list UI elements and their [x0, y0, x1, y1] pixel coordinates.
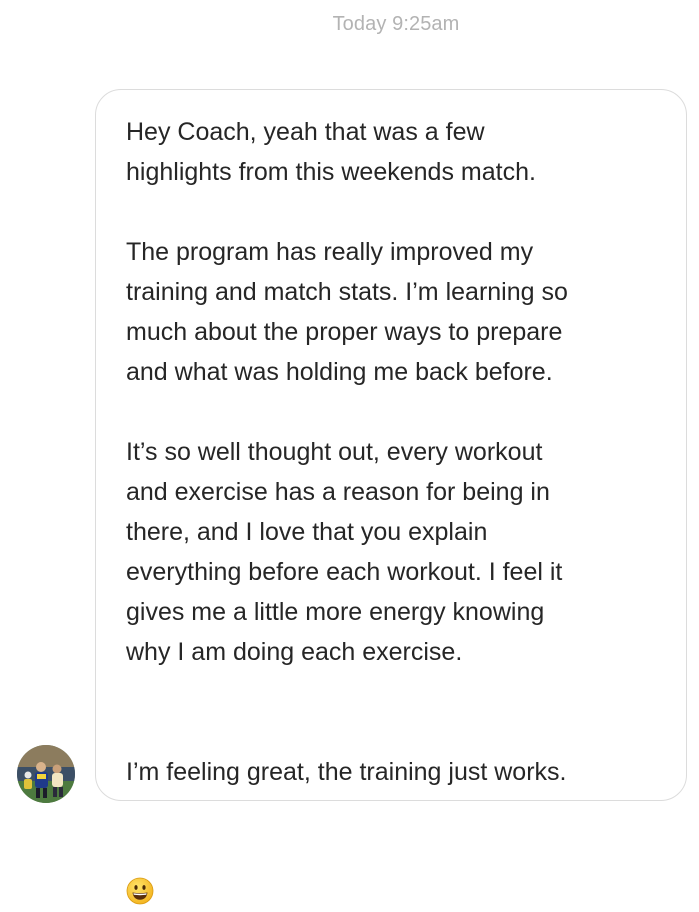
- message-paragraph-text: I’m feeling great, the training just wor…: [126, 758, 567, 786]
- sender-avatar[interactable]: [17, 745, 75, 803]
- message-paragraph: The program has really improved my train…: [126, 238, 568, 386]
- message-paragraph: It’s so well thought out, every workout …: [126, 438, 563, 666]
- message-paragraph-last: I’m feeling great, the training just wor…: [126, 712, 666, 912]
- message-bubble[interactable]: Hey Coach, yeah that was a few highlight…: [95, 89, 687, 905]
- message-paragraph: Hey Coach, yeah that was a few highlight…: [126, 118, 536, 186]
- soccer-player-photo-icon: [17, 745, 75, 803]
- grinning-face-emoji-icon: [126, 877, 154, 905]
- message-timestamp: Today 9:25am: [332, 13, 460, 35]
